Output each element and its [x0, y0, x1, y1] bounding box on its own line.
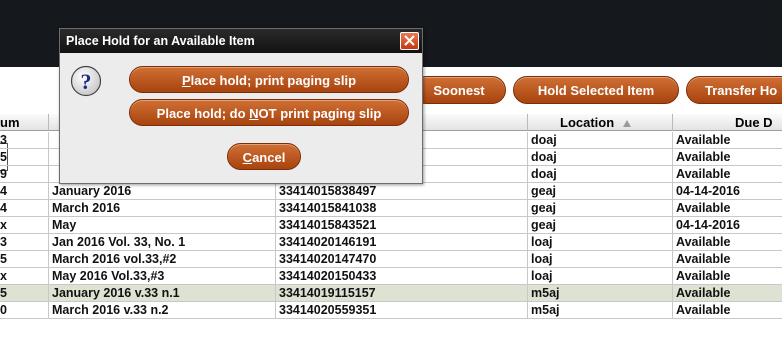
button-label: Place hold; do	[156, 106, 250, 121]
close-icon	[404, 35, 415, 46]
table-row[interactable]: 5 March 2016 vol.33,#2 33414020147470 loaj A…	[0, 251, 782, 268]
table-row[interactable]: 5 January 2016 v.33 n.1 33414019115157 m5aj…	[0, 285, 782, 302]
table-row[interactable]: 4 January 2016 33414015838497 geaj 04-14-201…	[0, 183, 782, 200]
table-cell: loaj	[528, 268, 673, 284]
button-label: ancel	[252, 150, 286, 165]
column-header-num[interactable]: um	[0, 114, 49, 131]
cancel-button[interactable]: Cancel	[227, 143, 301, 170]
table-cell: x	[0, 217, 49, 233]
table-row[interactable]: 3 Jan 2016 Vol. 33, No. 1 33414020146191 lo…	[0, 234, 782, 251]
table-cell: Available	[676, 133, 731, 147]
table-cell: 04-14-2016	[676, 184, 740, 198]
table-row[interactable]: 0 March 2016 v.33 n.2 33414020559351 m5aj Av…	[0, 302, 782, 319]
table-cell: geaj	[528, 183, 673, 199]
table-cell: Available	[676, 235, 731, 249]
table-cell: 04-14-2016	[676, 218, 740, 232]
svg-text:?: ?	[81, 69, 92, 94]
table-cell: 33414015843521	[276, 217, 528, 233]
place-hold-print-slip-button[interactable]: Place hold; print paging slip	[129, 66, 409, 93]
table-cell: 4	[0, 200, 49, 216]
table-cell: loaj	[528, 251, 673, 267]
question-icon: ?	[70, 65, 102, 97]
table-cell: 3	[0, 132, 49, 148]
table-cell: 33414020146191	[276, 234, 528, 250]
table-cell: 4	[0, 183, 49, 199]
column-header-label: Due D	[735, 115, 773, 130]
column-header-location[interactable]: Location	[528, 114, 673, 131]
button-mnemonic: C	[242, 150, 253, 165]
table-cell: 5	[0, 285, 49, 301]
table-cell: 33414020150433	[276, 268, 528, 284]
place-hold-dialog: Place Hold for an Available Item ? Place…	[59, 28, 423, 184]
table-cell: doaj	[528, 166, 673, 182]
button-label: OT print paging slip	[258, 106, 382, 121]
hold-soonest-button[interactable]: Soonest	[412, 76, 506, 104]
table-cell: Available	[676, 303, 731, 317]
place-hold-no-print-slip-button[interactable]: Place hold; do NOT print paging slip	[129, 99, 409, 126]
table-cell: Available	[676, 201, 731, 215]
table-cell: 0	[0, 302, 49, 318]
dialog-title-bar: Place Hold for an Available Item	[60, 29, 422, 53]
table-cell: Available	[676, 252, 731, 266]
table-cell: x	[0, 268, 49, 284]
table-cell: Available	[676, 167, 731, 181]
column-header-label: um	[0, 115, 20, 130]
table-row[interactable]: x May 33414015843521 geaj 04-14-2016	[0, 217, 782, 234]
table-cell: Available	[676, 269, 731, 283]
table-row[interactable]: 4 March 2016 33414015841038 geaj Available	[0, 200, 782, 217]
hold-selected-item-button[interactable]: Hold Selected Item	[513, 76, 679, 104]
transfer-hold-button[interactable]: Transfer Ho	[686, 76, 782, 104]
button-mnemonic: P	[181, 73, 191, 88]
table-cell: 33414015838497	[276, 183, 528, 199]
table-cell: m5aj	[528, 302, 673, 318]
table-cell: January 2016	[49, 183, 276, 199]
table-cell: 5	[0, 149, 49, 165]
table-cell: 9	[0, 166, 49, 182]
table-cell: May 2016 Vol.33,#3	[49, 268, 276, 284]
button-mnemonic: N	[249, 106, 259, 121]
table-cell: 3	[0, 234, 49, 250]
table-cell: geaj	[528, 217, 673, 233]
column-header-due-date[interactable]: Due D	[673, 114, 782, 131]
sort-ascending-icon	[622, 120, 631, 127]
dialog-close-button[interactable]	[400, 32, 419, 50]
table-cell: loaj	[528, 234, 673, 250]
table-cell: March 2016 vol.33,#2	[49, 251, 276, 267]
table-cell: Jan 2016 Vol. 33, No. 1	[49, 234, 276, 250]
table-cell: March 2016 v.33 n.2	[49, 302, 276, 318]
table-cell: doaj	[528, 149, 673, 165]
table-cell: 33414020147470	[276, 251, 528, 267]
column-header-label: Location	[560, 115, 615, 130]
table-cell: 33414015841038	[276, 200, 528, 216]
table-cell: 5	[0, 251, 49, 267]
button-label: lace hold; print paging slip	[190, 73, 357, 88]
table-cell: doaj	[528, 132, 673, 148]
table-cell: March 2016	[49, 200, 276, 216]
table-cell: Available	[676, 150, 731, 164]
table-row[interactable]: x May 2016 Vol.33,#3 33414020150433 loaj Ava…	[0, 268, 782, 285]
dialog-title: Place Hold for an Available Item	[66, 34, 255, 48]
table-cell: 33414019115157	[276, 285, 528, 301]
table-cell: m5aj	[528, 285, 673, 301]
table-cell: Available	[676, 286, 731, 300]
table-cell: 33414020559351	[276, 302, 528, 318]
table-cell: January 2016 v.33 n.1	[49, 285, 276, 301]
table-cell: May	[49, 217, 276, 233]
table-cell: geaj	[528, 200, 673, 216]
